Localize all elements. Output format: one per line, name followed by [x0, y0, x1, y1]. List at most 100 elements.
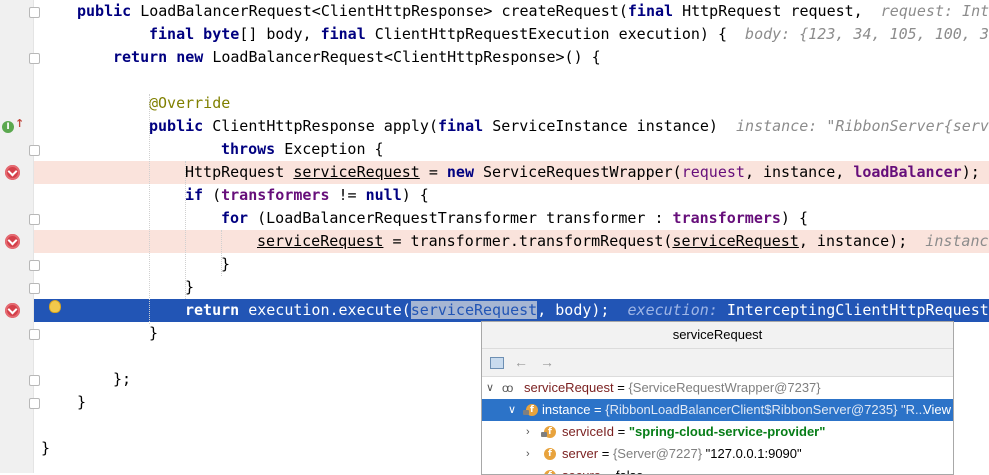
chevron-down-icon[interactable]: ∨ — [508, 399, 516, 421]
code-token: } — [41, 439, 51, 457]
indent-guide — [149, 94, 150, 324]
tree-row-text: serviceId = "spring-cloud-service-provid… — [562, 421, 825, 443]
popup-toolbar: ← → — [482, 349, 953, 377]
code-text: serviceRequest = transformer.transformRe… — [257, 230, 989, 253]
fold-marker-icon[interactable] — [29, 260, 40, 271]
variable-type: {RibbonLoadBalancerClient$RibbonServer@7… — [605, 402, 926, 417]
code-line[interactable]: return new LoadBalancerRequest<ClientHtt… — [0, 46, 989, 69]
inline-debug-hint: InterceptingClientHttpRequest$ — [726, 301, 989, 319]
tree-row-servicerequest[interactable]: ∨ oo serviceRequest = {ServiceRequestWrapp… — [482, 377, 953, 399]
code-line[interactable] — [0, 69, 989, 92]
code-text: throws Exception { — [221, 138, 384, 161]
code-token: final — [320, 25, 375, 43]
field-icon: f — [544, 448, 556, 460]
lightbulb-icon[interactable] — [50, 301, 60, 312]
back-arrow-icon[interactable]: ← — [514, 354, 528, 370]
code-token: loadBalancer — [853, 163, 962, 181]
equals-sign: = — [590, 402, 606, 417]
code-text: }; — [113, 368, 131, 391]
code-token: } — [149, 324, 159, 342]
code-token: null — [365, 186, 402, 204]
code-line[interactable]: public LoadBalancerRequest<ClientHttpRes… — [0, 0, 989, 23]
tree-row-server[interactable]: › f server = {Server@7227} "127.0.0.1:9090… — [482, 443, 953, 465]
tree-row-instance[interactable]: ∨ f instance = {RibbonLoadBalancerClient$R… — [482, 399, 953, 421]
chevron-right-icon[interactable]: › — [526, 443, 530, 465]
tree-row-serviceid[interactable]: › f serviceId = "spring-cloud-service-prov… — [482, 421, 953, 443]
inline-debug-hint: instance: "RibbonServer{serv — [736, 117, 989, 135]
show-structure-icon[interactable] — [490, 357, 504, 369]
code-token: LoadBalancerRequest<ClientHttpResponse> … — [140, 2, 628, 20]
code-token: transformers — [221, 186, 330, 204]
code-text: for (LoadBalancerRequestTransformer tran… — [221, 207, 808, 230]
debug-value-popup[interactable]: serviceRequest ← → ∨ oo serviceRequest = {… — [481, 321, 954, 475]
code-token: execution.execute( — [248, 301, 411, 319]
object-ref-icon: oo — [502, 381, 513, 395]
equals-sign: = — [601, 468, 616, 474]
code-token: for — [221, 209, 258, 227]
code-text: return execution.execute(serviceRequest,… — [185, 299, 989, 322]
fold-marker-icon[interactable] — [29, 53, 40, 64]
code-text: } — [185, 276, 194, 299]
variable-type: {ServiceRequestWrapper@7237} — [628, 380, 821, 395]
code-token: ServiceInstance instance) — [492, 117, 737, 135]
code-token: new — [446, 163, 484, 181]
code-token: return — [185, 301, 249, 319]
field-icon: f — [541, 426, 556, 438]
code-token: throws — [221, 140, 285, 158]
code-token: (LoadBalancerRequestTransformer transfor… — [257, 209, 673, 227]
forward-arrow-icon[interactable]: → — [540, 354, 554, 370]
variable-name: instance — [542, 402, 591, 417]
fold-marker-icon[interactable] — [29, 398, 40, 409]
code-token: , instance, — [744, 163, 854, 181]
breakpoint-icon[interactable] — [5, 303, 20, 318]
equals-sign: = — [598, 446, 613, 461]
variable-name: serviceRequest — [524, 380, 614, 395]
code-text: } — [41, 437, 50, 460]
variables-tree[interactable]: ∨ oo serviceRequest = {ServiceRequestWrapp… — [482, 377, 953, 474]
chevron-down-icon[interactable]: ∨ — [486, 377, 494, 399]
code-token: } — [221, 255, 231, 273]
code-token: ) { — [780, 209, 809, 227]
code-text: return new LoadBalancerRequest<ClientHtt… — [113, 46, 601, 69]
code-token: Exception { — [284, 140, 384, 158]
breakpoint-icon[interactable] — [5, 234, 20, 249]
variable-name: serviceId — [562, 424, 615, 439]
code-token: = — [419, 163, 447, 181]
tree-row-text: secure = false — [562, 465, 643, 474]
code-token: serviceRequest — [410, 301, 538, 319]
tree-row-secure[interactable]: fsecure = false — [482, 465, 953, 474]
code-token: final — [438, 117, 493, 135]
code-token: ClientHttpResponse apply( — [212, 117, 438, 135]
code-text: final byte[] body, final ClientHttpReque… — [149, 23, 989, 46]
code-token: ) { — [401, 186, 429, 204]
code-token: } — [77, 393, 87, 411]
implements-method-icon[interactable]: I — [2, 121, 14, 133]
code-text: } — [77, 391, 86, 414]
code-token: [] body, — [239, 25, 321, 43]
code-token: public — [77, 2, 141, 20]
fold-marker-icon[interactable] — [29, 145, 40, 156]
fold-marker-icon[interactable] — [29, 375, 40, 386]
code-token: , body); — [537, 301, 628, 319]
code-text: if (transformers != null) { — [185, 184, 429, 207]
chevron-right-icon[interactable]: › — [526, 421, 530, 443]
variable-name: server — [562, 446, 599, 461]
fold-marker-icon[interactable] — [29, 283, 40, 294]
variable-type: {Server@7227} — [612, 446, 706, 461]
code-token: , instance); — [798, 232, 926, 250]
variable-value: "spring-cloud-service-provider" — [628, 424, 826, 439]
fold-marker-icon[interactable] — [29, 7, 40, 18]
breakpoint-icon[interactable] — [5, 165, 20, 180]
code-line[interactable]: final byte[] body, final ClientHttpReque… — [0, 23, 989, 46]
view-link[interactable]: View — [923, 399, 951, 421]
fold-marker-icon[interactable] — [29, 214, 40, 225]
code-token: serviceRequest — [672, 232, 799, 250]
inline-debug-hint: body: {123, 34, 105, 100, 34 — [745, 25, 989, 43]
code-text: HttpRequest serviceRequest = new Service… — [185, 161, 980, 184]
code-token: LoadBalancerRequest<ClientHttpResponse>(… — [212, 48, 601, 66]
code-token: HttpRequest — [185, 163, 294, 181]
tree-row-text: server = {Server@7227} "127.0.0.1:9090" — [562, 443, 802, 465]
fold-marker-icon[interactable] — [29, 329, 40, 340]
code-text: } — [221, 253, 230, 276]
code-token: HttpRequest request, — [682, 2, 881, 20]
